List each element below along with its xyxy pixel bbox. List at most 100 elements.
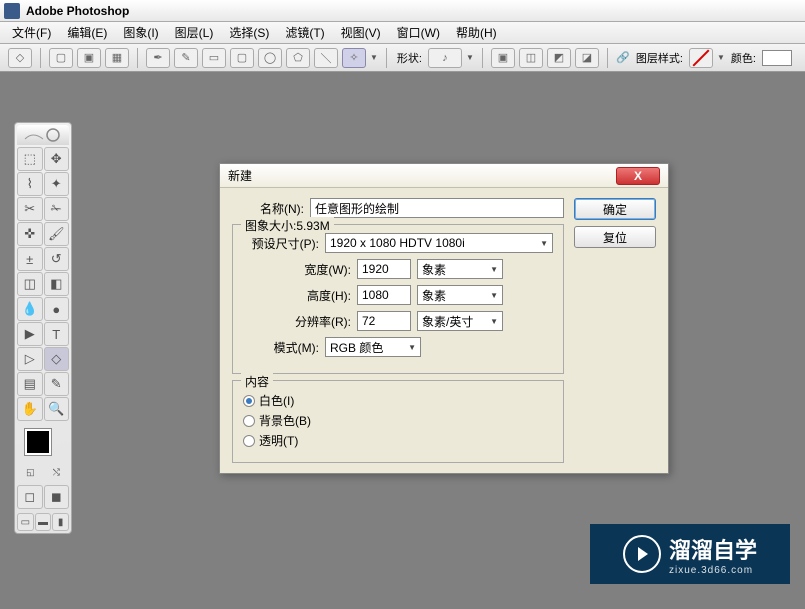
menu-layer[interactable]: 图层(L) bbox=[167, 22, 222, 43]
dialog-title: 新建 bbox=[228, 167, 616, 184]
type-tool-icon[interactable]: T bbox=[44, 322, 70, 346]
tool-preset-icon[interactable]: ◇ bbox=[8, 48, 32, 68]
radio-bgcolor[interactable]: 背景色(B) bbox=[243, 412, 553, 429]
magic-wand-tool-icon[interactable]: ✦ bbox=[44, 172, 70, 196]
marquee-tool-icon[interactable]: ⬚ bbox=[17, 147, 43, 171]
image-size-legend: 图象大小:5.93M bbox=[241, 217, 334, 234]
name-input[interactable] bbox=[310, 198, 564, 218]
width-input[interactable] bbox=[357, 259, 411, 279]
height-input[interactable] bbox=[357, 285, 411, 305]
radio-icon bbox=[243, 415, 255, 427]
height-unit-select[interactable]: 象素 ▼ bbox=[417, 285, 503, 305]
freeform-pen-icon[interactable]: ✎ bbox=[174, 48, 198, 68]
slice-tool-icon[interactable]: ✁ bbox=[44, 197, 70, 221]
workspace: ⬚ ✥ ⌇ ✦ ✂ ✁ ✜ 🖌 ± ↺ ◫ ◧ 💧 ● ▶ T ▷ ◇ ▤ ✎ … bbox=[0, 72, 805, 609]
crop-tool-icon[interactable]: ✂ bbox=[17, 197, 43, 221]
ellipse-shape-icon[interactable]: ◯ bbox=[258, 48, 282, 68]
titlebar: Adobe Photoshop bbox=[0, 0, 805, 22]
shape-tool-icon[interactable]: ◇ bbox=[44, 347, 70, 371]
history-brush-tool-icon[interactable]: ↺ bbox=[44, 247, 70, 271]
dodge-tool-icon[interactable]: ● bbox=[44, 297, 70, 321]
menu-window[interactable]: 窗口(W) bbox=[389, 22, 448, 43]
path-mode-icon[interactable]: ▣ bbox=[77, 48, 101, 68]
content-legend: 内容 bbox=[241, 373, 273, 390]
watermark-title: 溜溜自学 bbox=[669, 533, 757, 565]
hand-tool-icon[interactable]: ✋ bbox=[17, 397, 43, 421]
play-circle-icon bbox=[623, 535, 661, 573]
shape-picker[interactable]: ♪ bbox=[428, 48, 462, 68]
app-icon bbox=[4, 3, 20, 19]
brush-tool-icon[interactable]: 🖌 bbox=[44, 222, 70, 246]
zoom-tool-icon[interactable]: 🔍 bbox=[44, 397, 70, 421]
menu-file[interactable]: 文件(F) bbox=[4, 22, 59, 43]
link-icon[interactable]: 🔗 bbox=[616, 48, 630, 68]
chevron-down-icon: ▼ bbox=[540, 239, 548, 248]
screen-fullmenu-icon[interactable]: ▬ bbox=[35, 513, 52, 531]
close-button[interactable]: X bbox=[616, 167, 660, 185]
resolution-unit-select[interactable]: 象素/英寸 ▼ bbox=[417, 311, 503, 331]
rectangle-shape-icon[interactable]: ▭ bbox=[202, 48, 226, 68]
ok-button[interactable]: 确定 bbox=[574, 198, 656, 220]
chevron-down-icon: ▼ bbox=[490, 291, 498, 300]
radio-icon bbox=[243, 395, 255, 407]
color-swatch[interactable] bbox=[762, 50, 792, 66]
mode-select[interactable]: RGB 颜色 ▼ bbox=[325, 337, 421, 357]
name-label: 名称(N): bbox=[232, 200, 304, 217]
polygon-shape-icon[interactable]: ⬠ bbox=[286, 48, 310, 68]
healing-brush-tool-icon[interactable]: ✜ bbox=[17, 222, 43, 246]
custom-shape-icon[interactable]: ✧ bbox=[342, 48, 366, 68]
quick-mask-mode-icon[interactable]: ◼ bbox=[44, 485, 70, 509]
app-title: Adobe Photoshop bbox=[26, 4, 129, 18]
menu-view[interactable]: 视图(V) bbox=[333, 22, 389, 43]
content-fieldset: 内容 白色(I) 背景色(B) 透明(T) bbox=[232, 380, 564, 463]
reset-button[interactable]: 复位 bbox=[574, 226, 656, 248]
radio-transparent[interactable]: 透明(T) bbox=[243, 432, 553, 449]
radio-white[interactable]: 白色(I) bbox=[243, 392, 553, 409]
watermark-url: zixue.3d66.com bbox=[669, 565, 757, 576]
menu-edit[interactable]: 编辑(E) bbox=[59, 22, 115, 43]
gradient-tool-icon[interactable]: ◧ bbox=[44, 272, 70, 296]
resolution-input[interactable] bbox=[357, 311, 411, 331]
menu-help[interactable]: 帮助(H) bbox=[448, 22, 505, 43]
chevron-down-icon: ▼ bbox=[490, 265, 498, 274]
shape-layer-mode-icon[interactable]: ▢ bbox=[49, 48, 73, 68]
rounded-rect-shape-icon[interactable]: ▢ bbox=[230, 48, 254, 68]
watermark: 溜溜自学 zixue.3d66.com bbox=[590, 524, 790, 584]
swap-colors-icon[interactable]: ⤭ bbox=[53, 467, 60, 481]
pen-tool-icon[interactable]: ▷ bbox=[17, 347, 43, 371]
default-colors-icon[interactable]: ◱ bbox=[26, 467, 35, 481]
menu-select[interactable]: 选择(S) bbox=[221, 22, 277, 43]
lasso-tool-icon[interactable]: ⌇ bbox=[17, 172, 43, 196]
color-label: 颜色: bbox=[731, 50, 756, 66]
dialog-titlebar[interactable]: 新建 X bbox=[220, 164, 668, 188]
toolbox-header[interactable] bbox=[17, 125, 69, 145]
menu-image[interactable]: 图象(I) bbox=[115, 22, 166, 43]
pen-icon[interactable]: ✒ bbox=[146, 48, 170, 68]
screen-standard-icon[interactable]: ▭ bbox=[17, 513, 34, 531]
move-tool-icon[interactable]: ✥ bbox=[44, 147, 70, 171]
notes-tool-icon[interactable]: ▤ bbox=[17, 372, 43, 396]
standard-mode-icon[interactable]: ◻ bbox=[17, 485, 43, 509]
eraser-tool-icon[interactable]: ◫ bbox=[17, 272, 43, 296]
new-document-dialog: 新建 X 名称(N): 图象大小:5.93M 预设尺寸(P): 1920 x 1… bbox=[219, 163, 669, 474]
combine-subtract-icon[interactable]: ◫ bbox=[519, 48, 543, 68]
blur-tool-icon[interactable]: 💧 bbox=[17, 297, 43, 321]
stamp-tool-icon[interactable]: ± bbox=[17, 247, 43, 271]
layer-style-picker[interactable] bbox=[689, 48, 713, 68]
line-shape-icon[interactable]: ＼ bbox=[314, 48, 338, 68]
combine-intersect-icon[interactable]: ◩ bbox=[547, 48, 571, 68]
resolution-label: 分辨率(R): bbox=[243, 313, 351, 330]
color-picker[interactable] bbox=[17, 425, 69, 465]
screen-full-icon[interactable]: ▮ bbox=[52, 513, 69, 531]
combine-add-icon[interactable]: ▣ bbox=[491, 48, 515, 68]
height-label: 高度(H): bbox=[243, 287, 351, 304]
fill-pixels-mode-icon[interactable]: ▦ bbox=[105, 48, 129, 68]
path-select-tool-icon[interactable]: ▶ bbox=[17, 322, 43, 346]
eyedropper-tool-icon[interactable]: ✎ bbox=[44, 372, 70, 396]
width-unit-select[interactable]: 象素 ▼ bbox=[417, 259, 503, 279]
menu-filter[interactable]: 滤镜(T) bbox=[277, 22, 332, 43]
combine-exclude-icon[interactable]: ◪ bbox=[575, 48, 599, 68]
foreground-color-swatch[interactable] bbox=[25, 429, 51, 455]
preset-select[interactable]: 1920 x 1080 HDTV 1080i ▼ bbox=[325, 233, 553, 253]
menubar: 文件(F) 编辑(E) 图象(I) 图层(L) 选择(S) 滤镜(T) 视图(V… bbox=[0, 22, 805, 44]
